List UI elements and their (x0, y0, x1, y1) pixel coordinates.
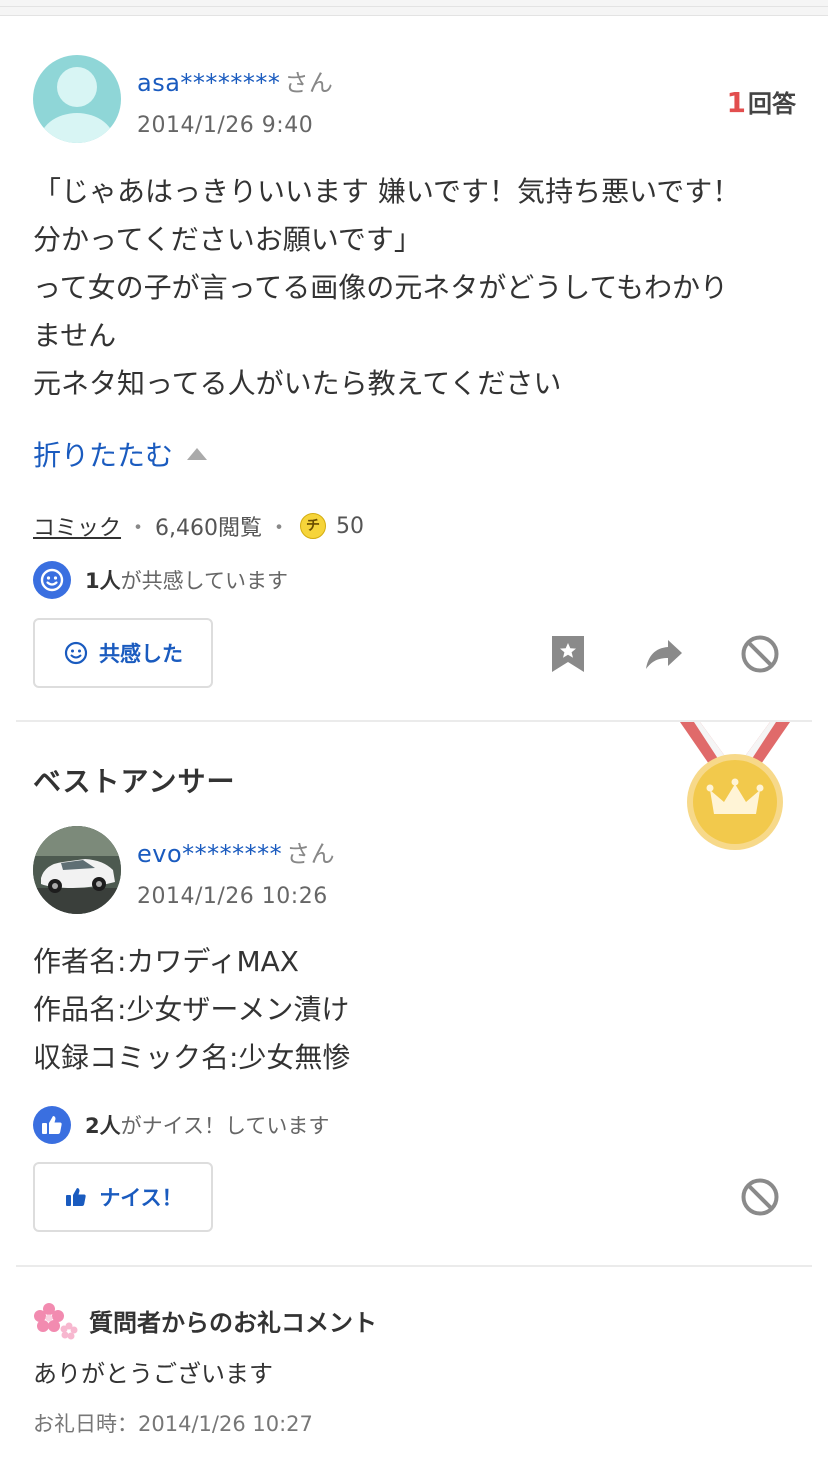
answer-line: 収録コミック名:少女無惨 (33, 1041, 351, 1074)
nice-button[interactable]: ナイス！ (33, 1162, 213, 1232)
top-bar (0, 0, 828, 16)
question-line: 分かってくださいお願いです」 (33, 223, 422, 256)
question-body: 「じゃあはっきりいいます 嫌いです！気持ち悪いです！ 分かってくださいお願いです… (33, 168, 803, 408)
chevron-up-icon (187, 448, 208, 460)
fold-label: 折りたたむ (33, 439, 174, 472)
smile-icon (64, 641, 88, 665)
thumbs-up-icon (33, 1106, 71, 1144)
questioner-suffix: さん (284, 69, 334, 97)
answerer-username[interactable]: evo******** さん (137, 834, 335, 869)
coin-count: 50 (336, 513, 365, 539)
question-meta: コミック ・ 6,460閲覧 ・ チ 50 (33, 510, 364, 542)
meta-separator: ・ (268, 516, 291, 541)
answer-count-number: 1 (726, 86, 746, 119)
thanks-title: 質問者からのお礼コメント (33, 1300, 377, 1340)
block-icon[interactable] (740, 634, 780, 674)
empathy-button[interactable]: 共感した (33, 618, 213, 688)
questioner-username[interactable]: asa******** さん (137, 63, 333, 98)
share-icon[interactable] (644, 634, 684, 674)
thanks-date: お礼日時：2014/1/26 10:27 (33, 1412, 313, 1436)
answer-date: 2014/1/26 10:26 (137, 884, 328, 909)
smile-icon (33, 561, 71, 599)
empathy-text: が共感しています (120, 569, 288, 593)
answerer-avatar[interactable] (33, 826, 121, 914)
question-line: ません (33, 319, 117, 352)
thumbs-up-icon (66, 1188, 86, 1206)
answer-line: 作品名:少女ザーメン漬け (33, 993, 350, 1026)
block-icon[interactable] (740, 1177, 780, 1217)
best-answer-title: ベストアンサー (33, 765, 236, 798)
coin-icon: チ (300, 513, 327, 539)
question-line: 「じゃあはっきりいいます 嫌いです！気持ち悪いです！ (33, 175, 741, 208)
thanks-text: ありがとうございます (33, 1360, 273, 1388)
fold-toggle[interactable]: 折りたたむ (33, 434, 208, 474)
category-link[interactable]: コミック (33, 510, 121, 542)
nice-summary: 2人 がナイス！しています (33, 1106, 329, 1144)
question-date: 2014/1/26 9:40 (137, 113, 314, 138)
question-line: 元ネタ知ってる人がいたら教えてください (33, 367, 562, 400)
medal-icon (680, 722, 790, 850)
meta-separator: ・ (127, 516, 150, 541)
answer-count: 1回答 (727, 84, 796, 119)
questioner-avatar[interactable] (33, 55, 121, 143)
answerer-suffix: さん (286, 840, 336, 868)
empathy-count: 1人 (85, 569, 121, 593)
answer-line: 作者名:カワディMAX (33, 945, 299, 978)
answerer-name[interactable]: evo******** (137, 840, 282, 868)
thanks-title-text: 質問者からのお礼コメント (89, 1308, 377, 1337)
nice-text: がナイス！しています (120, 1114, 330, 1138)
nice-button-label: ナイス！ (99, 1186, 183, 1210)
empathy-summary: 1人 が共感しています (33, 561, 288, 599)
questioner-name[interactable]: asa******** (137, 69, 280, 97)
nice-count: 2人 (85, 1114, 121, 1138)
answer-count-label: 回答 (748, 90, 796, 118)
bookmark-icon[interactable] (548, 634, 588, 674)
answer-body: 作者名:カワディMAX 作品名:少女ザーメン漬け 収録コミック名:少女無惨 (33, 938, 350, 1082)
question-line: って女の子が言ってる画像の元ネタがどうしてもわかり (33, 271, 728, 304)
sakura-icon (34, 1303, 78, 1340)
section-divider (16, 1265, 812, 1267)
empathy-button-label: 共感した (99, 642, 183, 666)
view-count: 6,460閲覧 (155, 516, 263, 541)
